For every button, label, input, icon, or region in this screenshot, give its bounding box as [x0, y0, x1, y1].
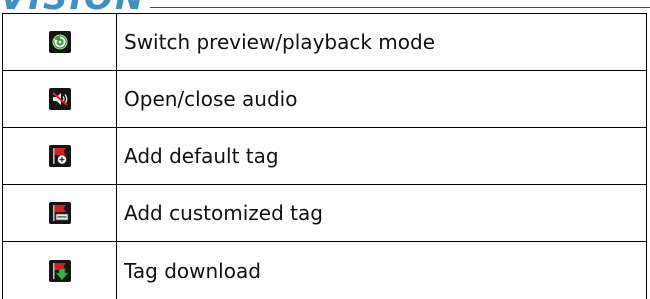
add-custom-tag-icon [49, 202, 71, 224]
table-row: Switch preview/playback mode [3, 14, 647, 71]
table-row: Open/close audio [3, 71, 647, 128]
row-label: Add customized tag [117, 185, 647, 242]
add-default-tag-icon [49, 145, 71, 167]
header-divider [150, 7, 650, 8]
icon-cell [3, 71, 117, 128]
icon-cell [3, 128, 117, 185]
row-label: Switch preview/playback mode [117, 14, 647, 71]
icon-cell [3, 185, 117, 242]
switch-mode-icon [49, 31, 71, 53]
row-label: Tag download [117, 242, 647, 299]
audio-mute-icon [49, 88, 71, 110]
row-label: Open/close audio [117, 71, 647, 128]
icon-cell [3, 242, 117, 299]
table-row: Add default tag [3, 128, 647, 185]
icon-cell [3, 14, 117, 71]
table-row: Add customized tag [3, 185, 647, 242]
table-row: Tag download [3, 242, 647, 299]
row-label: Add default tag [117, 128, 647, 185]
tag-download-icon [49, 260, 71, 282]
function-table: Switch preview/playback mode Open/close … [2, 13, 647, 299]
